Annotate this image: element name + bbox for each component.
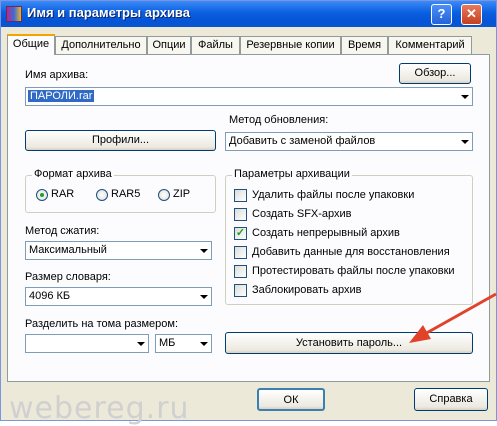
checkbox-lock[interactable] xyxy=(234,284,247,297)
checkbox-delete-files-label: Удалить файлы после упаковки xyxy=(252,189,415,201)
checkbox-solid[interactable]: ✓ xyxy=(234,227,247,240)
profiles-button[interactable]: Профили... xyxy=(25,130,216,151)
chevron-down-icon[interactable] xyxy=(137,342,145,346)
red-arrow-annotation xyxy=(409,292,497,343)
chevron-down-icon[interactable] xyxy=(461,95,469,99)
split-unit-value: МБ xyxy=(159,337,176,349)
archive-name-label: Имя архива: xyxy=(25,69,89,81)
window-title: Имя и параметры архива xyxy=(27,5,190,20)
close-button[interactable]: ✕ xyxy=(461,4,482,25)
split-unit-select[interactable]: МБ xyxy=(155,334,212,353)
update-method-value: Добавить с заменой файлов xyxy=(229,135,376,147)
arrow-shaft xyxy=(422,292,497,337)
dialog-window: Имя и параметры архива ? ✕ Общие Дополни… xyxy=(0,0,497,426)
help-button[interactable]: Справка xyxy=(414,388,488,411)
checkbox-lock-label: Заблокировать архив xyxy=(252,284,362,296)
dictionary-select[interactable]: 4096 КБ xyxy=(25,287,212,306)
browse-button[interactable]: Обзор... xyxy=(399,63,471,84)
checkbox-recovery[interactable] xyxy=(234,246,247,259)
chevron-down-icon[interactable] xyxy=(200,295,208,299)
radio-rar-label: RAR xyxy=(51,188,75,200)
ok-button[interactable]: ОК xyxy=(257,388,325,411)
radio-zip-label: ZIP xyxy=(173,188,191,200)
checkbox-test[interactable] xyxy=(234,265,247,278)
checkbox-test-label: Протестировать файлы после упаковки xyxy=(252,265,455,277)
compression-label: Метод сжатия: xyxy=(25,225,100,237)
archive-format-title: Формат архива xyxy=(32,168,114,180)
split-label: Разделить на тома размером: xyxy=(25,318,179,330)
archive-name-input[interactable]: ПАРОЛИ.rar xyxy=(25,87,473,106)
radio-rar5[interactable] xyxy=(96,189,108,201)
chevron-down-icon[interactable] xyxy=(200,342,208,346)
dictionary-value: 4096 КБ xyxy=(29,290,71,302)
update-method-label: Метод обновления: xyxy=(229,114,329,126)
radio-rar5-label: RAR5 xyxy=(111,188,141,200)
help-title-button[interactable]: ? xyxy=(431,4,452,25)
split-size-input[interactable] xyxy=(25,334,149,353)
archive-name-value: ПАРОЛИ.rar xyxy=(28,90,95,102)
checkbox-sfx-label: Создать SFX-архив xyxy=(252,208,352,220)
tab-backup[interactable]: Резервные копии xyxy=(240,36,341,54)
title-bar[interactable]: Имя и параметры архива ? ✕ xyxy=(1,1,496,27)
tab-advanced[interactable]: Дополнительно xyxy=(55,36,147,54)
update-method-select[interactable]: Добавить с заменой файлов xyxy=(225,132,473,151)
tab-time[interactable]: Время xyxy=(341,36,388,54)
tab-files[interactable]: Файлы xyxy=(191,36,240,54)
radio-zip[interactable] xyxy=(158,189,170,201)
checkbox-delete-files[interactable] xyxy=(234,189,247,202)
compression-select[interactable]: Максимальный xyxy=(25,241,212,260)
dictionary-label: Размер словаря: xyxy=(25,271,111,283)
compression-value: Максимальный xyxy=(29,244,107,256)
radio-rar[interactable] xyxy=(36,189,48,201)
arrow-head xyxy=(409,325,431,343)
checkbox-sfx[interactable] xyxy=(234,208,247,221)
archiving-options-title: Параметры архивации xyxy=(232,168,352,180)
tab-comment[interactable]: Комментарий xyxy=(388,36,472,54)
winrar-icon xyxy=(6,6,22,22)
chevron-down-icon[interactable] xyxy=(461,140,469,144)
checkbox-recovery-label: Добавить данные для восстановления xyxy=(252,246,450,258)
checkbox-solid-label: Создать непрерывный архив xyxy=(252,227,400,239)
tab-general[interactable]: Общие xyxy=(7,34,55,55)
chevron-down-icon[interactable] xyxy=(200,249,208,253)
tab-options[interactable]: Опции xyxy=(147,36,191,54)
